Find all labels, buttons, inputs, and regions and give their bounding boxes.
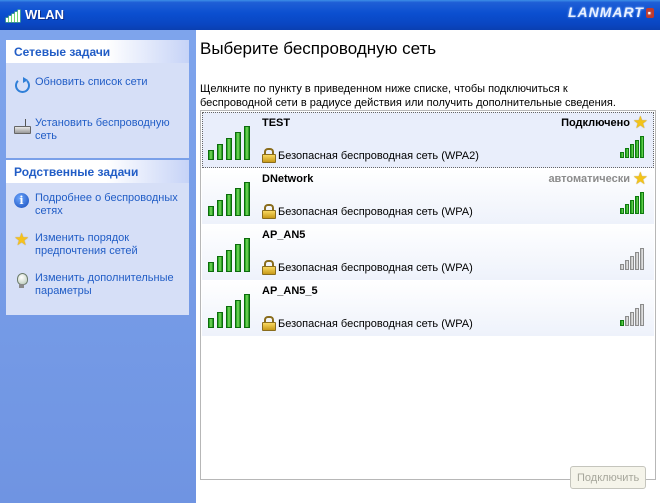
lock-icon	[262, 316, 276, 331]
task-label[interactable]: Изменить дополнительные параметры	[35, 272, 184, 298]
main-content: Выберите беспроводную сеть Щелкните по п…	[196, 30, 660, 503]
network-list[interactable]: TEST Безопасная беспроводная сеть (WPA2) П…	[200, 110, 656, 480]
signal-level-icon	[620, 134, 646, 158]
related-tasks-group: Родственные задачи Подробнее о беспровод…	[6, 160, 189, 315]
network-name: AP_AN5	[262, 229, 306, 241]
star-icon	[14, 230, 30, 250]
refresh-network-list-task[interactable]: Обновить список сети	[14, 76, 184, 93]
network-tasks-group: Сетевые задачи Обновить список сети Уста…	[6, 40, 189, 158]
network-security: Безопасная беспроводная сеть (WPA2)	[278, 150, 479, 162]
network-security: Безопасная беспроводная сеть (WPA)	[278, 262, 473, 274]
network-row[interactable]: AP_AN5_5 Безопасная беспроводная сеть (WP…	[202, 280, 654, 336]
related-tasks-header[interactable]: Родственные задачи	[6, 160, 189, 183]
logo-text: LANMART	[568, 4, 644, 20]
connect-button[interactable]: Подключить	[570, 466, 646, 489]
setup-wireless-network-task[interactable]: Установить беспроводную сеть	[14, 117, 184, 143]
lock-icon	[262, 260, 276, 275]
task-label[interactable]: Подробнее о беспроводных сетях	[35, 192, 184, 218]
signal-strength-icon	[208, 234, 254, 272]
lanmart-logo: LANMART ▪	[568, 4, 654, 26]
change-preferred-order-task[interactable]: Изменить порядок предпочтения сетей	[14, 230, 184, 258]
task-label[interactable]: Изменить порядок предпочтения сетей	[35, 232, 184, 258]
task-label[interactable]: Обновить список сети	[35, 76, 148, 89]
page-title: Выберите беспроводную сеть	[200, 39, 437, 58]
connection-status: автоматически	[548, 173, 630, 185]
router-icon	[14, 118, 31, 134]
network-row[interactable]: DNetwork Безопасная беспроводная сеть (WP…	[202, 168, 654, 224]
bulb-icon	[14, 273, 30, 289]
signal-level-icon	[620, 246, 646, 270]
lock-icon	[262, 148, 276, 163]
logo-tag-icon: ▪	[645, 8, 654, 18]
task-label[interactable]: Установить беспроводную сеть	[35, 117, 184, 143]
signal-strength-icon	[208, 178, 254, 216]
network-name: DNetwork	[262, 173, 314, 185]
lock-icon	[262, 204, 276, 219]
network-row[interactable]: TEST Безопасная беспроводная сеть (WPA2) П…	[202, 112, 654, 168]
info-icon	[14, 193, 30, 209]
connection-status: Подключено	[561, 117, 630, 129]
network-name: TEST	[262, 117, 291, 129]
network-row[interactable]: AP_AN5 Безопасная беспроводная сеть (WPA)	[202, 224, 654, 280]
favorite-star-icon: ★	[632, 113, 648, 132]
signal-strength-icon	[208, 122, 254, 160]
page-description: Щелкните по пункту в приведенном ниже сп…	[200, 83, 616, 109]
wlan-window: WLAN LANMART ▪ Сетевые задачи Обновить с…	[0, 0, 660, 503]
network-security: Безопасная беспроводная сеть (WPA)	[278, 318, 473, 330]
learn-wireless-task[interactable]: Подробнее о беспроводных сетях	[14, 192, 184, 218]
network-name: AP_AN5_5	[262, 285, 318, 297]
window-title: WLAN	[25, 7, 64, 22]
signal-level-icon	[620, 302, 646, 326]
title-bar[interactable]: WLAN LANMART ▪	[0, 0, 660, 30]
network-tasks-header[interactable]: Сетевые задачи	[6, 40, 189, 63]
signal-strength-icon	[208, 290, 254, 328]
favorite-star-icon: ★	[632, 169, 648, 188]
change-advanced-settings-task[interactable]: Изменить дополнительные параметры	[14, 272, 184, 298]
wireless-signal-icon	[6, 8, 22, 22]
refresh-icon	[14, 77, 30, 93]
signal-level-icon	[620, 190, 646, 214]
network-security: Безопасная беспроводная сеть (WPA)	[278, 206, 473, 218]
task-pane: Сетевые задачи Обновить список сети Уста…	[0, 30, 196, 503]
